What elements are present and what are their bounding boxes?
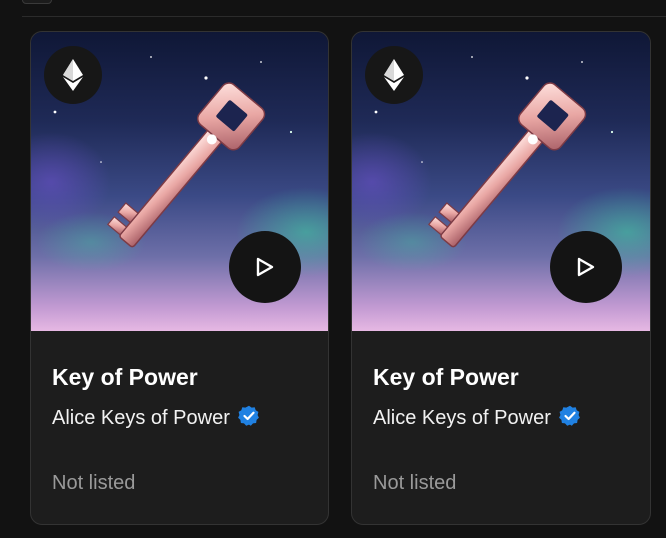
verified-badge-icon	[237, 405, 260, 427]
nft-media[interactable]	[352, 32, 650, 331]
nft-title[interactable]: Key of Power	[373, 364, 519, 391]
listing-status: Not listed	[373, 472, 457, 494]
nft-card[interactable]: Key of Power Alice Keys of Power Not lis…	[30, 31, 329, 525]
listing-status: Not listed	[52, 472, 136, 494]
nft-card-info: Key of Power Alice Keys of Power Not lis…	[52, 331, 312, 524]
ethereum-icon	[44, 46, 102, 104]
play-button[interactable]	[550, 231, 622, 303]
nft-media[interactable]	[31, 32, 328, 331]
play-icon	[577, 257, 595, 277]
toolbar-control[interactable]	[22, 0, 52, 4]
top-toolbar	[0, 0, 666, 17]
creator-row: Alice Keys of Power	[52, 405, 260, 430]
creator-row: Alice Keys of Power	[373, 405, 581, 430]
creator-link[interactable]: Alice Keys of Power	[373, 407, 551, 430]
ethereum-icon	[365, 46, 423, 104]
play-button[interactable]	[229, 231, 301, 303]
play-icon	[256, 257, 274, 277]
nft-title[interactable]: Key of Power	[52, 364, 198, 391]
verified-badge-icon	[558, 405, 581, 427]
divider	[22, 16, 666, 17]
nft-card[interactable]: Key of Power Alice Keys of Power Not lis…	[351, 31, 651, 525]
creator-link[interactable]: Alice Keys of Power	[52, 407, 230, 430]
nft-card-info: Key of Power Alice Keys of Power Not lis…	[373, 331, 634, 524]
